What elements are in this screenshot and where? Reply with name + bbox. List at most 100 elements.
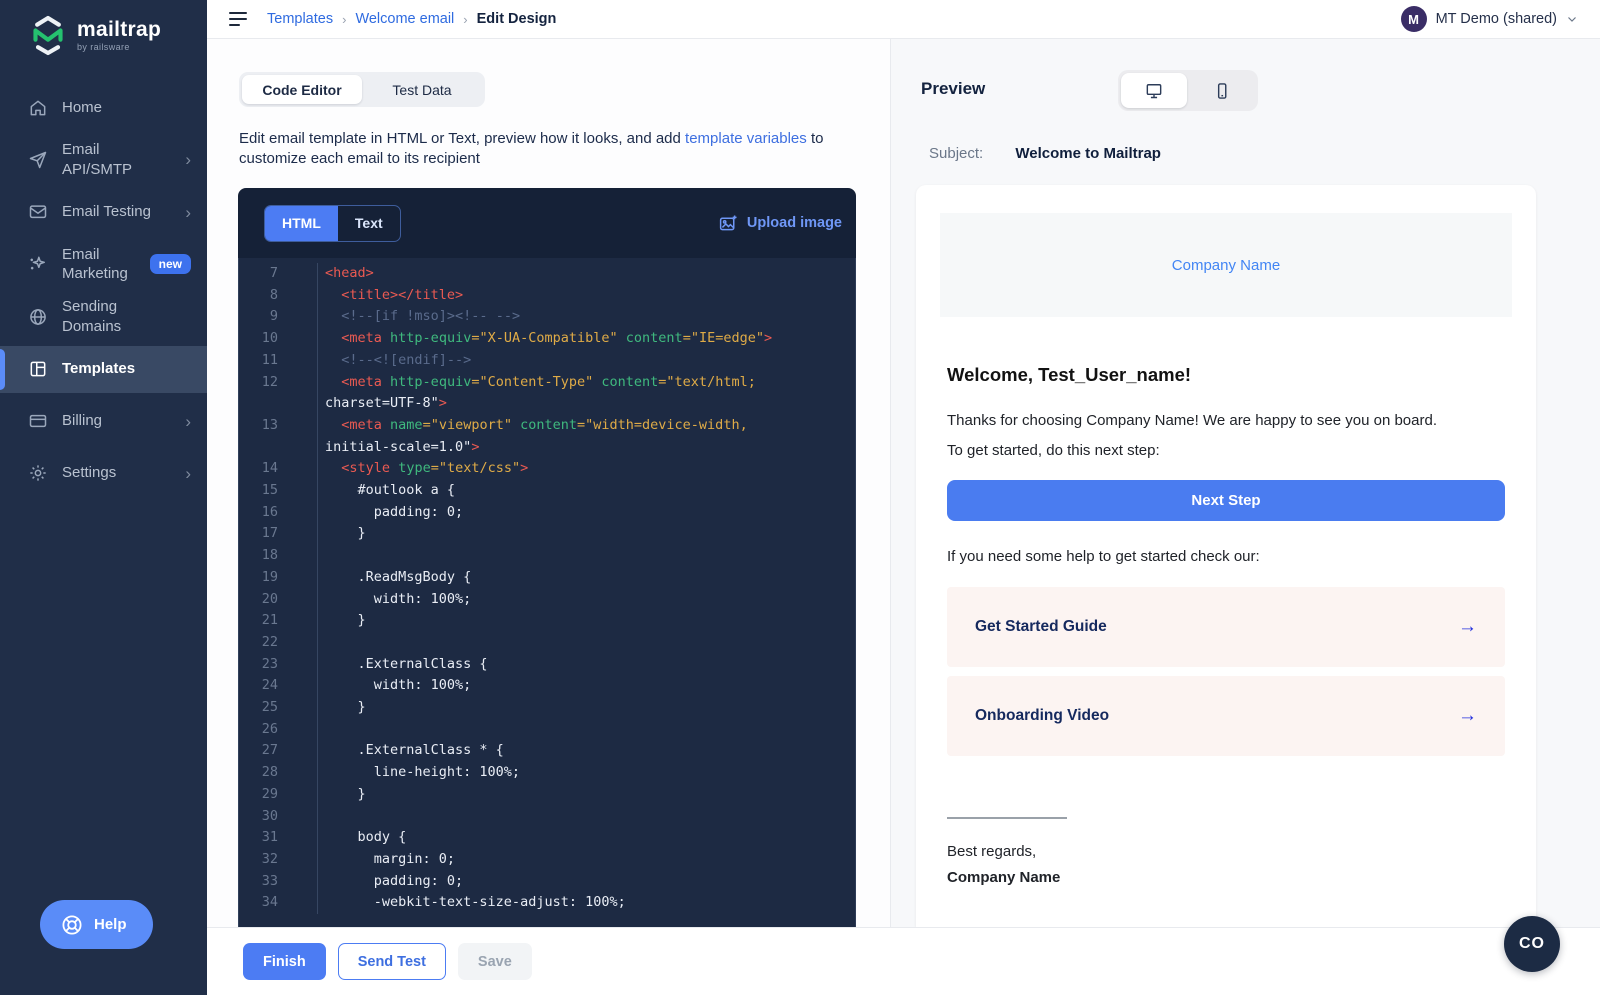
- email-paragraph: Thanks for choosing Company Name! We are…: [947, 412, 1505, 429]
- upload-image-button[interactable]: Upload image: [718, 213, 842, 234]
- code-text: }: [318, 697, 366, 719]
- sidebar-item-home[interactable]: Home: [0, 84, 207, 131]
- sidebar-item-email-testing[interactable]: Email Testing›: [0, 189, 207, 236]
- email-signature: Company Name: [947, 869, 1505, 886]
- sidebar-item-label: Email Marketing: [62, 245, 136, 285]
- sidebar-item-templates[interactable]: Templates: [0, 346, 207, 393]
- sidebar-item-settings[interactable]: Settings›: [0, 450, 207, 497]
- menu-icon[interactable]: [229, 12, 247, 26]
- line-number: 8: [239, 285, 318, 307]
- lifebuoy-icon: [60, 913, 84, 937]
- line-number: [239, 393, 318, 415]
- sidebar-item-label: Home: [62, 98, 102, 118]
- code-line: 31 body {: [239, 827, 855, 849]
- sidebar-item-email-marketing[interactable]: Email Marketingnew: [0, 241, 207, 289]
- code-text: <style type="text/css">: [318, 458, 528, 480]
- breadcrumb-separator: ›: [342, 12, 346, 27]
- chevron-right-icon: ›: [185, 413, 191, 430]
- line-number: 32: [239, 849, 318, 871]
- line-number: 14: [239, 458, 318, 480]
- line-number: 17: [239, 523, 318, 545]
- save-button[interactable]: Save: [458, 943, 532, 980]
- envelope-icon: [28, 202, 48, 222]
- device-toggle: [1118, 70, 1258, 111]
- tab-code-editor[interactable]: Code Editor: [242, 75, 362, 104]
- subject-value: Welcome to Mailtrap: [1015, 145, 1161, 162]
- line-number: 18: [239, 545, 318, 567]
- description-text: Edit email template in HTML or Text, pre…: [239, 130, 685, 147]
- line-number: 15: [239, 480, 318, 502]
- account-menu[interactable]: M MT Demo (shared): [1401, 6, 1578, 32]
- code-line: 21 }: [239, 610, 855, 632]
- code-text: .ExternalClass * {: [318, 740, 504, 762]
- code-text: .ReadMsgBody {: [318, 567, 471, 589]
- sidebar-item-email-api-smtp[interactable]: Email API/SMTP›: [0, 136, 207, 184]
- code-text: padding: 0;: [318, 871, 463, 893]
- mobile-view-button[interactable]: [1189, 73, 1255, 108]
- code-text: [318, 719, 325, 741]
- code-mode-html[interactable]: HTML: [265, 206, 338, 241]
- breadcrumb-templates[interactable]: Templates: [267, 11, 333, 27]
- email-link-card-onboarding-video[interactable]: Onboarding Video→: [947, 676, 1505, 756]
- sidebar-item-label: Templates: [62, 359, 135, 379]
- code-text: padding: 0;: [318, 502, 463, 524]
- sidebar-item-billing[interactable]: Billing›: [0, 398, 207, 445]
- code-line: 8 <title></title>: [239, 285, 855, 307]
- logo-wordmark: mailtrap: [77, 20, 161, 40]
- template-variables-link[interactable]: template variables: [685, 130, 807, 147]
- code-editor-toolbar: HTMLText Upload image: [238, 188, 856, 258]
- subject-row: Subject: Welcome to Mailtrap: [929, 145, 1161, 162]
- line-number: 33: [239, 871, 318, 893]
- sidebar-item-label: Email Testing: [62, 202, 151, 222]
- logo-byline: by railsware: [77, 42, 161, 52]
- code-text: <head>: [318, 263, 374, 285]
- finish-button[interactable]: Finish: [243, 943, 326, 980]
- line-number: 11: [239, 350, 318, 372]
- app-window: mailtrap by railsware Home Email API/SMTP…: [0, 0, 1600, 995]
- line-number: [239, 437, 318, 459]
- topbar: Templates›Welcome email›Edit Design M MT…: [207, 0, 1600, 39]
- email-help-text: If you need some help to get started che…: [947, 548, 1505, 565]
- mailtrap-logo[interactable]: mailtrap by railsware: [28, 13, 161, 58]
- globe-icon: [28, 307, 48, 327]
- credit-card-icon: [28, 411, 48, 431]
- company-name-link[interactable]: Company Name: [1172, 257, 1280, 274]
- code-text: body {: [318, 827, 406, 849]
- code-text: margin: 0;: [318, 849, 455, 871]
- code-line: 14 <style type="text/css">: [239, 458, 855, 480]
- line-number: 27: [239, 740, 318, 762]
- breadcrumb-welcome-email[interactable]: Welcome email: [355, 11, 454, 27]
- tab-test-data[interactable]: Test Data: [362, 75, 482, 104]
- line-number: 7: [239, 263, 318, 285]
- editor-tabs: Code EditorTest Data: [239, 72, 485, 107]
- action-bar: Finish Send Test Save: [207, 927, 1600, 995]
- code-text: .ExternalClass {: [318, 654, 488, 676]
- code-line: 19 .ReadMsgBody {: [239, 567, 855, 589]
- breadcrumb-edit-design: Edit Design: [477, 11, 557, 27]
- sidebar-item-label: Sending Domains: [62, 297, 158, 337]
- code-text: #outlook a {: [318, 480, 455, 502]
- send-test-button[interactable]: Send Test: [338, 943, 446, 980]
- sidebar-item-sending-domains[interactable]: Sending Domains: [0, 293, 207, 341]
- help-button[interactable]: Help: [40, 900, 153, 949]
- email-banner: Company Name: [940, 213, 1512, 317]
- avatar: M: [1401, 6, 1427, 32]
- chevron-down-icon: [1566, 13, 1578, 25]
- line-number: 23: [239, 654, 318, 676]
- line-number: 30: [239, 806, 318, 828]
- chat-widget-button[interactable]: CO: [1504, 916, 1560, 972]
- email-link-card-get-started-guide[interactable]: Get Started Guide→: [947, 587, 1505, 667]
- code-line: 30: [239, 806, 855, 828]
- arrow-right-icon: →: [1458, 705, 1477, 727]
- code-line: 28 line-height: 100%;: [239, 762, 855, 784]
- code-content[interactable]: 7<head>8 <title></title>9 <!--[if !mso]>…: [238, 258, 856, 927]
- desktop-view-button[interactable]: [1121, 73, 1187, 108]
- line-number: 19: [239, 567, 318, 589]
- gear-icon: [28, 463, 48, 483]
- code-line: 15 #outlook a {: [239, 480, 855, 502]
- account-name: MT Demo (shared): [1436, 11, 1557, 27]
- editor-description: Edit email template in HTML or Text, pre…: [239, 129, 845, 169]
- code-mode-text[interactable]: Text: [338, 206, 400, 241]
- sidebar-item-label: Email API/SMTP: [62, 140, 158, 180]
- next-step-button[interactable]: Next Step: [947, 480, 1505, 521]
